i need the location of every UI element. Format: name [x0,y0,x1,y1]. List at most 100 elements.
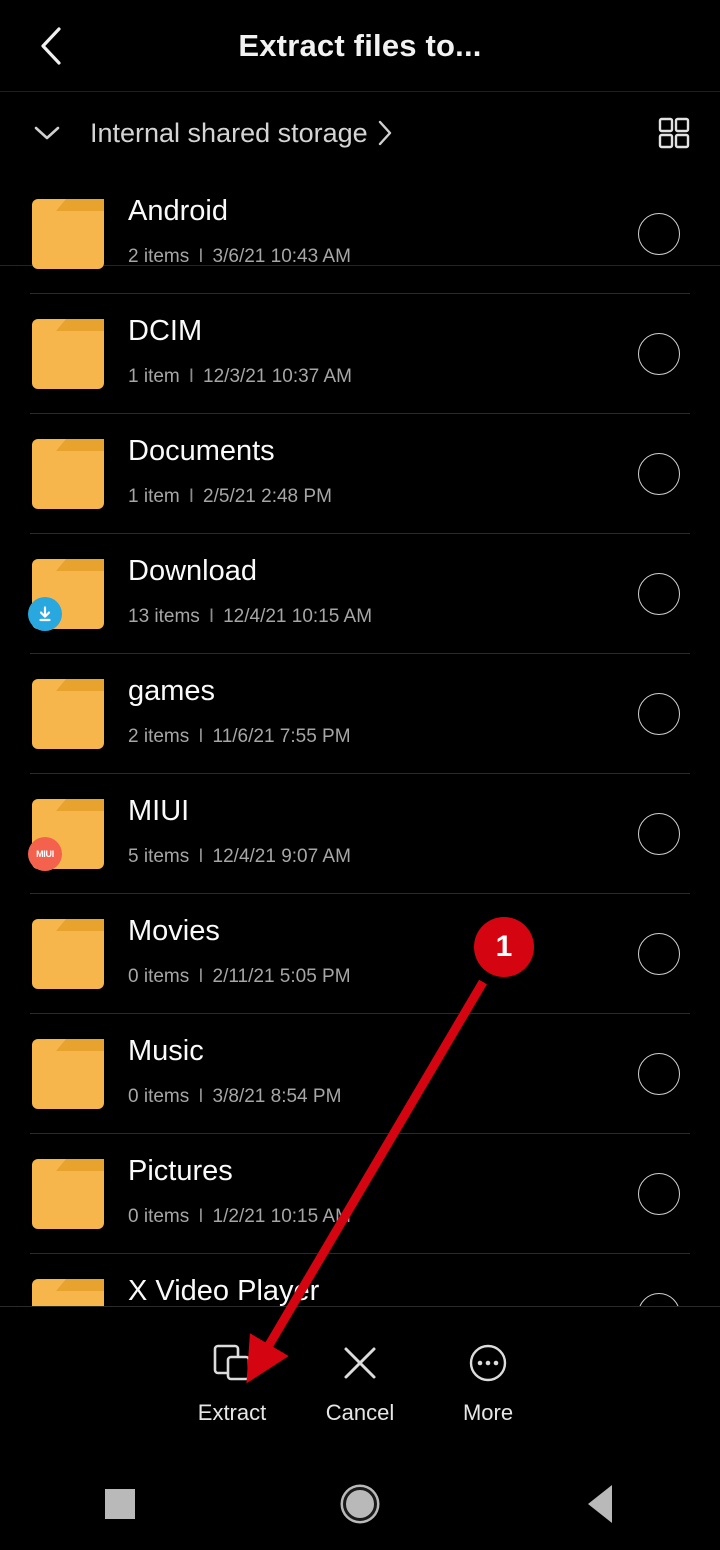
select-checkbox[interactable] [638,1173,680,1215]
system-back-button[interactable] [540,1458,660,1550]
page-title: Extract files to... [238,28,482,63]
file-meta: 0 items I 3/8/21 8:54 PM [128,1084,341,1110]
select-checkbox[interactable] [638,573,680,615]
file-date: 12/4/21 10:15 AM [223,606,373,627]
back-triangle-icon [588,1485,612,1523]
table-row[interactable]: Android 2 items I 3/6/21 10:43 AM [0,174,720,294]
extract-copy-icon [209,1340,255,1386]
file-date: 12/3/21 10:37 AM [203,366,352,387]
item-count: 1 item [128,366,180,387]
file-date: 12/4/21 9:07 AM [212,846,351,867]
miui-badge-label: MIUI [36,849,54,859]
meta-separator: I [208,606,215,627]
item-count: 13 items [128,606,200,627]
table-row[interactable]: Pictures 0 items I 1/2/21 10:15 AM [0,1134,720,1254]
folder-icon [32,1279,104,1306]
file-name: Pictures [128,1155,233,1187]
grid-view-icon [658,117,690,149]
select-checkbox[interactable] [638,813,680,855]
more-label: More [462,1400,514,1425]
close-x-icon [337,1340,383,1386]
meta-separator: I [198,1206,204,1227]
folder-icon [32,1159,104,1229]
title-bar: Extract files to... [0,0,720,92]
folder-icon [32,199,104,269]
meta-separator: I [198,966,204,987]
file-date: 3/8/21 8:54 PM [212,1086,342,1107]
file-name: Movies [128,915,220,947]
table-row[interactable]: X Video Player [0,1254,720,1306]
folder-icon [32,319,104,389]
file-name: X Video Player [128,1275,320,1306]
select-checkbox[interactable] [638,933,680,975]
file-name: games [128,675,216,707]
item-count: 2 items [128,726,190,747]
phone-screen: Extract files to... Internal shared stor… [0,0,720,1550]
folder-icon [32,919,104,989]
chevron-down-icon [34,126,60,140]
table-row[interactable]: Download 13 items I 12/4/21 10:15 AM [0,534,720,654]
extract-label: Extract [197,1400,267,1425]
file-date: 11/6/21 7:55 PM [212,726,351,747]
table-row[interactable]: Movies 0 items I 2/11/21 5:05 PM [0,894,720,1014]
item-count: 0 items [128,966,190,987]
folder-icon [28,559,104,631]
system-nav-bar [0,1458,720,1550]
file-meta: 1 item I 12/3/21 10:37 AM [128,364,352,390]
table-row[interactable]: games 2 items I 11/6/21 7:55 PM [0,654,720,774]
cancel-label: Cancel [325,1400,395,1425]
more-ellipsis-icon [465,1340,511,1386]
file-name: Download [128,555,257,587]
breadcrumb-forward[interactable] [374,92,394,174]
meta-separator: I [198,846,204,867]
storage-expand-button[interactable] [30,110,64,156]
item-count: 0 items [128,1206,190,1227]
table-row[interactable]: Music 0 items I 3/8/21 8:54 PM [0,1014,720,1134]
select-checkbox[interactable] [638,693,680,735]
file-meta: 13 items I 12/4/21 10:15 AM [128,604,372,630]
chevron-right-icon [378,120,392,146]
item-count: 5 items [128,846,190,867]
select-checkbox[interactable] [638,1293,680,1306]
file-list[interactable]: Android 2 items I 3/6/21 10:43 AM DCIM 1 item… [0,174,720,1306]
home-button[interactable] [300,1458,420,1550]
file-name: MIUI [128,795,190,827]
recents-square-icon [105,1489,135,1519]
file-name: Android [128,195,228,227]
select-checkbox[interactable] [638,1053,680,1095]
meta-separator: I [198,246,204,267]
item-count: 0 items [128,1086,190,1107]
file-meta: 5 items I 12/4/21 9:07 AM [128,844,351,870]
meta-separator: I [198,1086,204,1107]
file-name: Documents [128,435,275,467]
file-date: 2/5/21 2:48 PM [203,486,332,507]
file-name: DCIM [128,315,203,347]
grid-view-button[interactable] [650,110,698,156]
file-date: 3/6/21 10:43 AM [212,246,351,267]
file-meta: 0 items I 1/2/21 10:15 AM [128,1204,351,1230]
select-checkbox[interactable] [638,213,680,255]
miui-badge-icon: MIUI [28,837,62,871]
meta-separator: I [188,486,195,507]
more-button[interactable]: More [424,1340,552,1426]
annotation-step-number: 1 [495,930,513,963]
select-checkbox[interactable] [638,453,680,495]
file-date: 2/11/21 5:05 PM [212,966,351,987]
download-badge-icon [28,597,62,631]
extract-button[interactable]: Extract [168,1340,296,1426]
folder-icon [32,439,104,509]
folder-icon [32,1039,104,1109]
file-date: 1/2/21 10:15 AM [212,1206,351,1227]
table-row[interactable]: Documents 1 item I 2/5/21 2:48 PM [0,414,720,534]
breadcrumb-path[interactable]: Internal shared storage [90,92,368,174]
item-count: 2 items [128,246,190,267]
file-name: Music [128,1035,204,1067]
folder-icon [32,679,104,749]
meta-separator: I [188,366,195,387]
cancel-button[interactable]: Cancel [296,1340,424,1426]
select-checkbox[interactable] [638,333,680,375]
item-count: 1 item [128,486,180,507]
recents-button[interactable] [60,1458,180,1550]
table-row[interactable]: MIUI MIUI 5 items I 12/4/21 9:07 AM [0,774,720,894]
table-row[interactable]: DCIM 1 item I 12/3/21 10:37 AM [0,294,720,414]
